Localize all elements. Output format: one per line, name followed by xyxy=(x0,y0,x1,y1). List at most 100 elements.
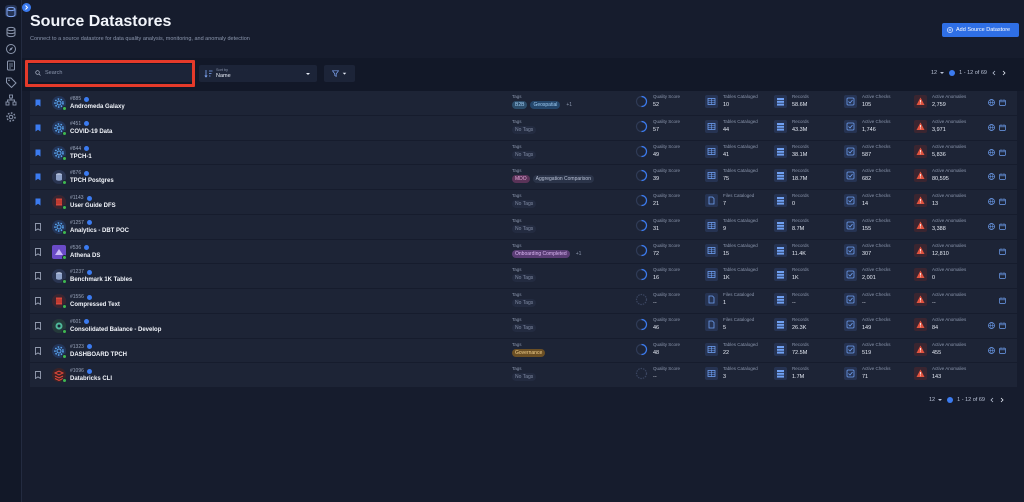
tag-chip[interactable]: Geospatial xyxy=(530,101,561,109)
page-size-select[interactable]: 12 xyxy=(931,70,945,76)
prev-page-icon[interactable] xyxy=(991,70,997,76)
table-row[interactable]: #1237 Benchmark 1K Tables Tags No Tags Q… xyxy=(30,264,1017,289)
tag-chip[interactable]: +1 xyxy=(573,250,585,258)
bookmark-icon[interactable] xyxy=(35,371,41,380)
help-icon[interactable] xyxy=(947,397,954,403)
explore-compass-icon[interactable] xyxy=(5,42,17,54)
globe-icon[interactable] xyxy=(988,99,995,106)
datastore-name[interactable]: Databricks CLI xyxy=(70,376,112,382)
settings-gear-icon[interactable] xyxy=(5,110,17,122)
calendar-icon[interactable] xyxy=(999,322,1006,329)
calendar-icon[interactable] xyxy=(999,99,1006,106)
active-anomalies-value: 5,836 xyxy=(932,151,946,158)
globe-icon[interactable] xyxy=(988,173,995,181)
calendar-icon[interactable] xyxy=(999,198,1006,205)
prev-page-icon[interactable] xyxy=(989,397,995,403)
table-row[interactable]: #1556 Compressed Text Tags No Tags Quali… xyxy=(30,289,1017,314)
expand-sidebar-button[interactable] xyxy=(22,3,31,12)
tag-chip[interactable]: Onboarding Completed xyxy=(512,249,570,258)
active-anomalies-value: 143 xyxy=(932,374,942,381)
calendar-icon[interactable] xyxy=(999,124,1006,131)
globe-icon[interactable] xyxy=(988,222,995,230)
datastore-name[interactable]: Andromeda Galaxy xyxy=(70,104,125,110)
tag-chip[interactable]: Aggregation Comparison xyxy=(532,175,594,184)
quality-score-icon xyxy=(635,318,648,331)
datastore-name[interactable]: TPCH-1 xyxy=(70,154,92,160)
table-row[interactable]: #601 Consolidated Balance - Develop Tags… xyxy=(30,313,1017,339)
tag-chip[interactable]: +1 xyxy=(563,101,575,109)
table-row[interactable]: #451 COVID-19 Data Tags No Tags Quality … xyxy=(30,115,1017,141)
table-row[interactable]: #1143 User Guide DFS Tags No Tags Qualit… xyxy=(30,190,1017,215)
hierarchy-nav-icon[interactable] xyxy=(5,93,17,106)
quality-score-icon xyxy=(635,145,648,158)
table-row[interactable]: #1096 Databricks CLI Tags No Tags Qualit… xyxy=(30,363,1017,388)
active-checks-label: Active Checks xyxy=(862,168,891,174)
calendar-icon[interactable] xyxy=(999,223,1006,230)
datastore-name[interactable]: Compressed Text xyxy=(70,302,120,308)
bookmark-icon[interactable] xyxy=(35,272,41,281)
tag-chip[interactable]: Governance xyxy=(512,348,546,357)
datastores-nav-icon[interactable] xyxy=(5,5,17,18)
bookmark-icon[interactable] xyxy=(35,222,41,231)
datastore-id: #844 xyxy=(70,146,90,152)
datastore-name[interactable]: TPCH Postgres xyxy=(70,178,114,184)
datastore-name[interactable]: DASHBOARD TPCH xyxy=(70,352,127,358)
globe-icon[interactable] xyxy=(988,198,995,205)
tag-chip[interactable]: B2B xyxy=(512,101,528,109)
tag-chip[interactable]: MDO xyxy=(512,175,530,184)
calendar-icon[interactable] xyxy=(999,149,1006,156)
datastore-name[interactable]: Consolidated Balance - Develop xyxy=(70,327,161,333)
table-row[interactable]: #876 TPCH Postgres Tags MDO Aggregation C… xyxy=(30,165,1017,190)
filter-button[interactable] xyxy=(324,65,355,82)
active-checks-label: Active Checks xyxy=(862,193,891,198)
add-source-datastore-button[interactable]: Add Source Datastore xyxy=(942,23,1019,37)
calendar-icon[interactable] xyxy=(999,248,1006,255)
table-row[interactable]: #536 Athena DS Tags Onboarding Completed… xyxy=(30,239,1017,265)
bookmark-icon[interactable] xyxy=(35,346,41,355)
database-nav-icon[interactable] xyxy=(5,25,17,38)
info-icon xyxy=(86,195,92,201)
active-checks-label: Active Checks xyxy=(862,217,891,223)
calendar-icon[interactable] xyxy=(999,272,1006,279)
globe-icon[interactable] xyxy=(988,321,995,329)
table-row[interactable]: #1257 Analytics - DBT POC Tags No Tags Q… xyxy=(30,214,1017,240)
bookmark-icon[interactable] xyxy=(35,297,41,305)
cataloged-value: 1K xyxy=(723,275,730,282)
sort-by-select[interactable]: Sort by Name xyxy=(199,65,317,82)
datastore-name[interactable]: User Guide DFS xyxy=(70,203,116,209)
globe-icon[interactable] xyxy=(988,148,995,156)
tags-cell: Tags No Tags xyxy=(512,193,537,208)
next-page-icon[interactable] xyxy=(1001,70,1007,76)
table-row[interactable]: #1323 DASHBOARD TPCH Tags Governance Qua… xyxy=(30,338,1017,364)
bookmark-filled-icon[interactable] xyxy=(35,173,41,181)
globe-icon[interactable] xyxy=(988,123,995,131)
help-icon[interactable] xyxy=(949,70,956,76)
status-online-dot xyxy=(62,205,67,210)
active-anomalies-value: 84 xyxy=(932,324,939,331)
records-icon xyxy=(774,268,787,282)
bookmark-icon[interactable] xyxy=(35,247,41,256)
calendar-icon[interactable] xyxy=(999,347,1006,354)
status-online-dot xyxy=(62,353,67,359)
bookmark-filled-icon[interactable] xyxy=(35,99,41,107)
datastore-name[interactable]: Athena DS xyxy=(70,253,100,259)
table-row[interactable]: #885 Andromeda Galaxy Tags B2B Geospatial… xyxy=(30,91,1017,116)
info-icon xyxy=(84,170,90,176)
datastore-name[interactable]: Benchmark 1K Tables xyxy=(70,277,132,283)
globe-icon[interactable] xyxy=(988,346,995,354)
bookmark-icon[interactable] xyxy=(35,321,41,330)
table-row[interactable]: #844 TPCH-1 Tags No Tags Quality Score 4… xyxy=(30,140,1017,166)
bookmark-filled-icon[interactable] xyxy=(35,149,41,157)
next-page-icon[interactable] xyxy=(999,397,1005,403)
clipboard-nav-icon[interactable] xyxy=(5,58,17,71)
tag-nav-icon[interactable] xyxy=(5,75,17,89)
datastore-name[interactable]: Analytics - DBT POC xyxy=(70,228,129,234)
bookmark-filled-icon[interactable] xyxy=(35,124,41,132)
calendar-icon[interactable] xyxy=(999,297,1006,304)
datastore-name[interactable]: COVID-19 Data xyxy=(70,129,112,135)
bookmark-filled-icon[interactable] xyxy=(35,198,41,206)
records-icon xyxy=(774,293,787,306)
page-size-select[interactable]: 12 xyxy=(929,397,943,403)
calendar-icon[interactable] xyxy=(999,173,1006,180)
datastore-id: #1323 xyxy=(70,344,92,350)
